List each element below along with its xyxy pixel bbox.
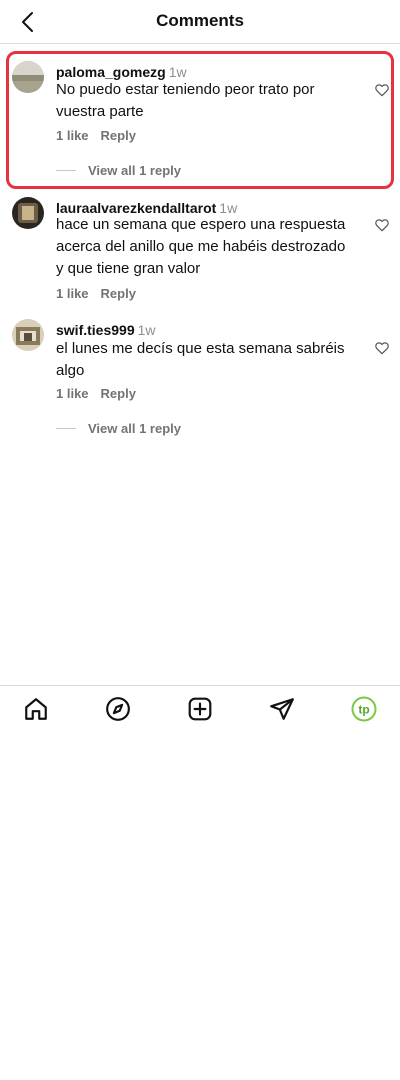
heart-icon[interactable]: [374, 82, 390, 98]
comment-header: swif.ties999 1w: [56, 322, 156, 338]
reply-button[interactable]: Reply: [101, 286, 136, 301]
reply-button[interactable]: Reply: [101, 386, 136, 401]
bottom-nav: tp: [0, 685, 400, 733]
comment-actions: 1 like Reply: [56, 128, 136, 143]
likes-count[interactable]: 1 like: [56, 386, 89, 401]
comment-username[interactable]: paloma_gomezg: [56, 64, 166, 80]
reply-button[interactable]: Reply: [101, 128, 136, 143]
comment-username[interactable]: swif.ties999: [56, 322, 135, 338]
home-icon[interactable]: [23, 696, 49, 722]
view-replies-label: View all 1 reply: [88, 421, 181, 436]
direct-icon[interactable]: [269, 696, 295, 722]
view-replies-button[interactable]: View all 1 reply: [56, 421, 181, 436]
divider-line: [56, 170, 76, 171]
comment-header: paloma_gomezg 1w: [56, 64, 187, 80]
profile-icon[interactable]: tp: [351, 696, 377, 722]
heart-icon[interactable]: [374, 340, 390, 356]
likes-count[interactable]: 1 like: [56, 286, 89, 301]
avatar[interactable]: [12, 319, 44, 351]
header: Comments: [0, 0, 400, 44]
create-icon[interactable]: [187, 696, 213, 722]
comment-text: No puedo estar teniendo peor trato por v…: [56, 81, 315, 120]
profile-initials: tp: [358, 703, 369, 717]
avatar[interactable]: [12, 197, 44, 229]
comment-actions: 1 like Reply: [56, 286, 136, 301]
heart-icon[interactable]: [374, 217, 390, 233]
avatar[interactable]: [12, 61, 44, 93]
comment-text: el lunes me decís que esta semana sabréi…: [56, 340, 345, 379]
likes-count[interactable]: 1 like: [56, 128, 89, 143]
view-replies-label: View all 1 reply: [88, 163, 181, 178]
comment-time: 1w: [137, 322, 156, 338]
comment-time: 1w: [168, 64, 187, 80]
page-title: Comments: [156, 11, 244, 30]
view-replies-button[interactable]: View all 1 reply: [56, 163, 181, 178]
explore-icon[interactable]: [105, 696, 131, 722]
comment-text: hace un semana que espero una respuesta …: [56, 216, 346, 277]
comment-actions: 1 like Reply: [56, 386, 136, 401]
divider-line: [56, 428, 76, 429]
